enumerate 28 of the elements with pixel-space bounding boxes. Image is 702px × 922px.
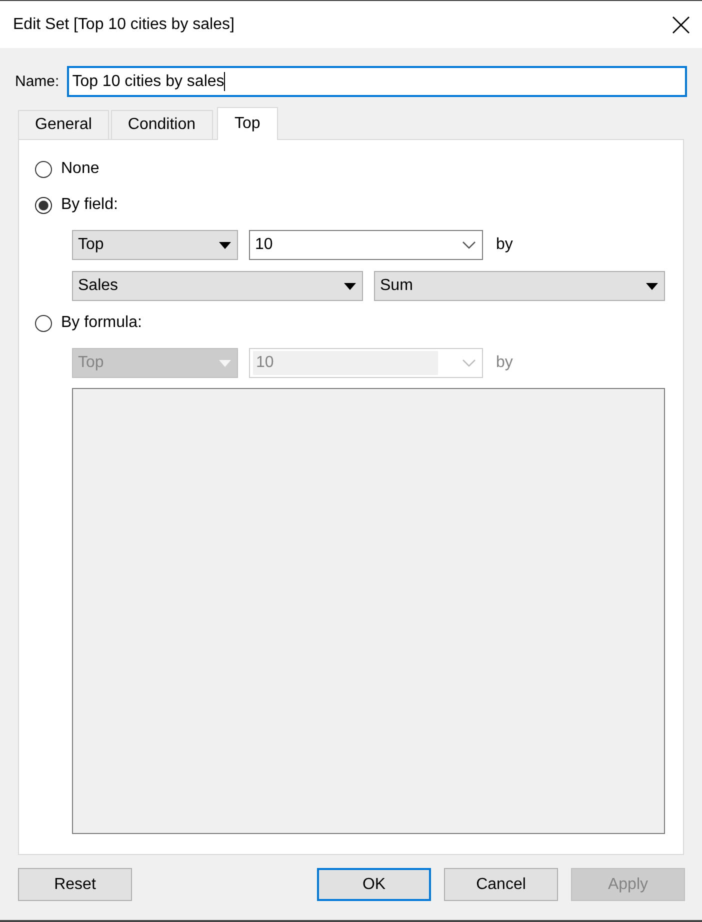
- radio-button[interactable]: [35, 160, 52, 178]
- tab[interactable]: Condition: [110, 110, 213, 139]
- dialog-button[interactable]: OK: [317, 868, 431, 901]
- tab[interactable]: Top: [216, 107, 278, 140]
- name-field[interactable]: Top 10 cities by sales: [67, 66, 687, 97]
- radio-label: By formula:: [61, 314, 142, 332]
- caret-icon: [219, 242, 231, 248]
- by-label: by: [495, 354, 513, 371]
- dropdown[interactable]: Top: [72, 230, 238, 260]
- dropdown[interactable]: Sales: [72, 271, 363, 301]
- caret-icon: [344, 282, 356, 290]
- dialog-button[interactable]: Reset: [18, 868, 132, 901]
- combo-box[interactable]: 10: [249, 230, 483, 260]
- tab[interactable]: General: [18, 110, 109, 139]
- close-icon[interactable]: [672, 16, 690, 34]
- name-label: Name:: [15, 73, 60, 90]
- radio-button[interactable]: [35, 196, 52, 214]
- caret-icon: [219, 360, 231, 366]
- radio-label: None: [61, 160, 100, 178]
- dialog-button[interactable]: Cancel: [444, 868, 558, 901]
- radio-label: By field:: [61, 196, 118, 214]
- radio-button[interactable]: [35, 314, 52, 332]
- chevron-icon: [462, 241, 476, 249]
- dropdown[interactable]: Sum: [374, 271, 665, 301]
- by-label: by: [495, 236, 513, 253]
- window-title: Edit Set [Top 10 cities by sales]: [13, 16, 234, 34]
- chevron-icon: [462, 359, 476, 367]
- caret-icon: [646, 282, 658, 290]
